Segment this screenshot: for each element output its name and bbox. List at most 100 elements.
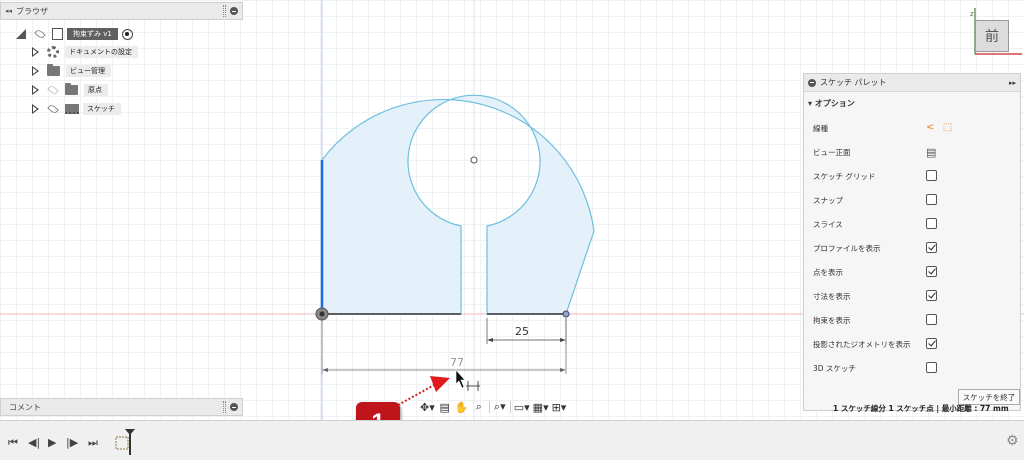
palette-checkbox[interactable] (926, 194, 937, 205)
look-at-icon[interactable]: ▤ (926, 146, 936, 159)
palette-checkbox[interactable] (926, 362, 937, 373)
palette-row: 点を表示 (813, 264, 1013, 280)
checkbox-control[interactable] (926, 338, 937, 351)
palette-row: ビュー正面 ▤ (813, 144, 1013, 160)
palette-row-label: スライス (813, 219, 843, 229)
look-at-button-icon[interactable]: ▤ (926, 146, 936, 159)
comments-panel-header[interactable]: コメント (0, 398, 243, 416)
palette-checkbox[interactable] (926, 242, 937, 253)
palette-row: 線種 < ⬚ (813, 120, 1013, 136)
toolbar-divider (488, 401, 490, 413)
options-section-title: オプション (814, 99, 855, 108)
browser-item-sketches[interactable]: スケッチ (32, 101, 121, 117)
expand-right-icon[interactable] (32, 85, 39, 95)
browser-item-label: ビュー管理 (66, 65, 111, 77)
sketch-palette-title: スケッチ パレット (820, 78, 887, 87)
folder-icon (47, 64, 60, 76)
browser-item-label: ドキュメントの設定 (65, 46, 138, 58)
grid-settings-icon[interactable]: ▦▾ (533, 400, 549, 414)
browser-root-row[interactable]: 拘束ずみ v1 (16, 26, 133, 42)
drag-grip-icon[interactable] (223, 5, 226, 17)
checkbox-control[interactable] (926, 266, 937, 279)
browser-item-label: 原点 (84, 84, 108, 96)
step-forward-icon[interactable]: |▶ (66, 436, 78, 449)
palette-row-label: 線種 (813, 123, 828, 133)
browser-title: ブラウザ (16, 6, 49, 16)
palette-checkbox[interactable] (926, 290, 937, 301)
linetype-icons[interactable]: < ⬚ (926, 122, 952, 133)
sketch-folder-icon (65, 104, 79, 114)
view-cube[interactable]: 前 (975, 20, 1009, 52)
browser-item-view-management[interactable]: ビュー管理 (32, 63, 111, 79)
checkbox-control[interactable] (926, 362, 937, 375)
browser-item-document-settings[interactable]: ドキュメントの設定 (32, 44, 138, 60)
palette-row: スナップ (813, 192, 1013, 208)
palette-checkbox[interactable] (926, 170, 937, 181)
step-back-icon[interactable]: ◀| (28, 436, 40, 449)
visibility-eye-icon[interactable] (34, 28, 46, 40)
expand-arrows-icon[interactable]: ▸▸ (1009, 79, 1016, 87)
zoom-icon[interactable]: ⌕ (472, 400, 486, 414)
browser-panel-header[interactable]: ◂◂ ブラウザ (0, 2, 243, 20)
go-to-start-icon[interactable]: ⏮ (8, 436, 18, 450)
browser-item-origin[interactable]: 原点 (32, 82, 108, 98)
end-point (562, 310, 570, 318)
expand-right-icon[interactable] (32, 66, 39, 76)
root-component-label[interactable]: 拘束ずみ v1 (67, 28, 118, 40)
go-to-end-icon[interactable]: ⏭ (88, 436, 98, 450)
collapse-arrows-icon[interactable]: ◂◂ (5, 7, 12, 15)
palette-checkbox[interactable] (926, 218, 937, 229)
checkbox-control[interactable] (926, 314, 937, 327)
palette-row-label: 寸法を表示 (813, 291, 851, 301)
palette-row-label: スナップ (813, 195, 843, 205)
look-at-icon[interactable]: ▤ (438, 400, 452, 414)
palette-checkbox[interactable] (926, 338, 937, 349)
pan-hand-icon[interactable]: ✋ (455, 400, 469, 414)
folder-icon (65, 83, 78, 95)
options-section-header[interactable]: ▾ オプション (808, 98, 1020, 109)
checkbox-control[interactable] (926, 290, 937, 303)
palette-row-label: 点を表示 (813, 267, 843, 277)
expand-right-icon[interactable] (32, 104, 39, 114)
checkbox-control[interactable] (926, 170, 937, 183)
timeline-settings-gear-icon[interactable]: ⚙ (1006, 433, 1019, 449)
construction-line-icon[interactable]: < (926, 122, 934, 133)
palette-row: スライス (813, 216, 1013, 232)
circle-center-point (470, 156, 478, 164)
expand-right-icon[interactable] (32, 47, 39, 57)
comments-title: コメント (9, 402, 41, 412)
sketch-palette-header[interactable]: スケッチ パレット ▸▸ (804, 74, 1020, 92)
palette-row-label: 3D スケッチ (813, 363, 856, 373)
checkbox-control[interactable] (926, 242, 937, 255)
play-icon[interactable]: ▶ (48, 436, 56, 449)
svg-text:z: z (970, 10, 974, 18)
expand-down-icon[interactable] (16, 29, 26, 39)
minimize-icon[interactable] (808, 78, 816, 87)
checkbox-control[interactable] (926, 218, 937, 231)
toolbar-divider (509, 401, 511, 413)
palette-row: 投影されたジオメトリを表示 (813, 336, 1013, 352)
centerline-icon[interactable]: ⬚ (943, 122, 952, 133)
timeline-sketch-marker[interactable] (114, 427, 140, 457)
orbit-icon[interactable]: ✥▾ (420, 400, 435, 414)
palette-row: 寸法を表示 (813, 288, 1013, 304)
gear-icon (47, 46, 59, 58)
document-icon (52, 28, 63, 40)
drag-grip-icon[interactable] (223, 401, 226, 413)
viewports-icon[interactable]: ⊞▾ (552, 400, 567, 414)
activate-radio-icon[interactable] (121, 28, 133, 40)
palette-checkbox[interactable] (926, 266, 937, 277)
minimize-icon[interactable] (230, 7, 238, 15)
dimension-77-text: 77 (450, 356, 464, 369)
visibility-eye-off-icon[interactable] (47, 84, 59, 96)
fit-icon[interactable]: ⌕▾ (493, 400, 507, 414)
palette-row: 3D スケッチ (813, 360, 1013, 376)
sketch-feature-icon (115, 436, 129, 450)
view-cube-face-label[interactable]: 前 (985, 26, 999, 46)
expand-icon[interactable] (230, 403, 238, 411)
checkbox-control[interactable] (926, 194, 937, 207)
palette-checkbox[interactable] (926, 314, 937, 325)
visibility-eye-icon[interactable] (47, 103, 59, 115)
display-settings-icon[interactable]: ▭▾ (514, 400, 530, 414)
timeline-bar: ⏮ ◀| ▶ |▶ ⏭ ⚙ (0, 420, 1024, 460)
